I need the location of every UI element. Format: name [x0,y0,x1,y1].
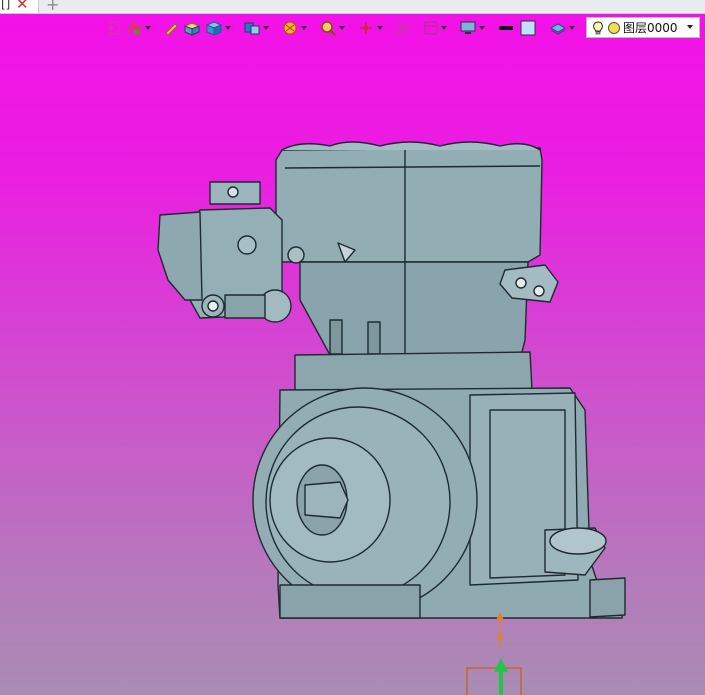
triad-axes-icon [360,22,372,34]
zoom-icon [321,21,336,36]
layer-status-dot-icon [608,21,620,34]
view-orientation-button[interactable] [242,17,270,39]
view-orientation-icon [244,22,260,35]
chevron-down-icon[interactable] [479,26,485,30]
pen-draw-icon [165,23,178,36]
section-view-button[interactable] [394,17,412,39]
origin-triad [466,612,522,695]
sketch-exit-button[interactable] [104,17,122,39]
chevron-down-icon[interactable] [339,26,345,30]
line-color-button[interactable] [496,17,516,39]
fill-color-icon [520,20,536,36]
chevron-down-icon[interactable] [377,26,383,30]
cylinder-head [275,147,543,263]
layout-frame-button[interactable] [422,17,448,39]
section-view-icon [396,21,410,35]
monitor-display-icon [460,21,476,34]
chevron-down-icon[interactable] [441,26,447,30]
box-solid-button[interactable] [182,17,202,39]
layer-select-value: 图层0000 [623,21,678,35]
chevron-down-icon[interactable] [569,26,575,30]
render-style-icon [283,21,297,35]
chevron-down-icon[interactable] [225,26,231,30]
monitor-display-button[interactable] [458,17,486,39]
feature-tools-button[interactable] [124,17,152,39]
fill-color-button[interactable] [518,17,538,39]
sketch-exit-icon [107,21,120,35]
feature-tools-icon [127,20,142,35]
chevron-down-icon[interactable] [263,26,269,30]
crankshaft-stub [304,481,349,519]
chevron-down-icon[interactable] [145,26,151,30]
engine-3d-model[interactable] [0,0,705,695]
view-toolbar [104,17,576,39]
layer-select[interactable]: 图层0000 [586,17,700,38]
chevron-down-icon[interactable] [301,26,307,30]
layer-stack-icon [549,23,567,35]
layer-stack-button[interactable] [548,17,576,39]
3d-viewport[interactable]: [] ✕ + 图层0000 [0,0,705,695]
triad-axes-button[interactable] [356,17,384,39]
box-solid-icon [183,22,201,36]
chevron-down-icon[interactable] [687,25,693,29]
render-style-button[interactable] [280,17,308,39]
line-color-icon [499,26,513,30]
zoom-button[interactable] [318,17,346,39]
cube-shaded-button[interactable] [204,17,232,39]
cube-shaded-icon [205,21,223,36]
lightbulb-icon [592,20,604,34]
pen-draw-button[interactable] [162,17,180,39]
layout-frame-icon [424,21,438,35]
